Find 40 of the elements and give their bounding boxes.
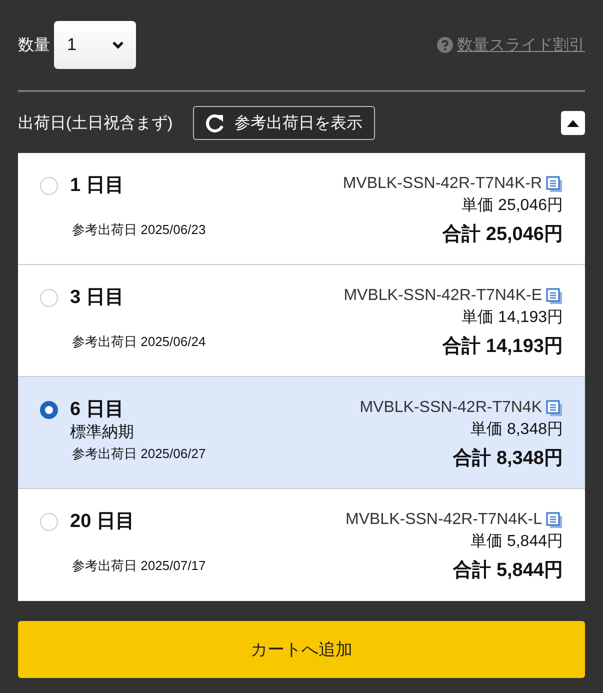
shipping-label: 出荷日(土日祝含まず) [18, 114, 173, 134]
option-note: 標準納期 [70, 423, 134, 443]
caret-up-icon [567, 120, 579, 126]
radio-button[interactable] [40, 401, 58, 419]
option-title: 1 日目 [70, 174, 124, 198]
total-price: 合計 5,844円 [453, 558, 563, 583]
part-number: MVBLK-SSN-42R-T7N4K-R [342, 175, 542, 193]
part-number: MVBLK-SSN-42R-T7N4K [360, 399, 542, 417]
unit-price: 単価 5,844円 [470, 532, 563, 552]
ship-date: 参考出荷日 2025/06/23 [72, 221, 206, 239]
unit-price: 単価 14,193円 [462, 308, 563, 328]
option-title: 3 日目 [70, 286, 124, 310]
quantity-label: 数量 [18, 36, 50, 56]
collapse-button[interactable] [561, 111, 585, 135]
copy-icon[interactable] [546, 288, 563, 304]
unit-price: 単価 8,348円 [470, 420, 563, 440]
shipping-option[interactable]: 20 日目 参考出荷日 2025/07/17 MVBLK-SSN-42R-T7N4K-L 単価 5,844円 合計 5,844円 [18, 489, 585, 601]
total-price: 合計 8,348円 [453, 446, 563, 471]
option-title: 20 日目 [70, 510, 134, 534]
refresh-icon [204, 113, 225, 133]
unit-price: 単価 25,046円 [462, 196, 563, 216]
option-title: 6 日目 [70, 398, 125, 422]
copy-icon[interactable] [546, 512, 563, 528]
help-icon [437, 37, 453, 53]
quantity-select[interactable]: 1 [54, 21, 136, 69]
show-dates-button[interactable]: 参考出荷日を表示 [192, 106, 375, 140]
part-number: MVBLK-SSN-42R-T7N4K-L [346, 511, 542, 529]
ship-date: 参考出荷日 2025/06/24 [72, 333, 206, 351]
total-price: 合計 14,193円 [442, 334, 563, 359]
ship-date: 参考出荷日 2025/07/17 [72, 557, 206, 575]
total-price: 合計 25,046円 [442, 222, 563, 247]
chevron-down-icon [112, 41, 124, 49]
copy-icon[interactable] [546, 400, 563, 416]
ship-date: 参考出荷日 2025/06/27 [72, 445, 206, 463]
part-number: MVBLK-SSN-42R-T7N4K-E [344, 287, 542, 305]
discount-link[interactable]: 数量スライド割引 [457, 34, 585, 56]
add-to-cart-button[interactable]: カートへ追加 [18, 621, 585, 678]
shipping-option[interactable]: 6 日目 標準納期 参考出荷日 2025/06/27 MVBLK-SSN-42R-T7N4K 単価 8,348円 合計 8,348円 [18, 377, 585, 489]
copy-icon[interactable] [546, 176, 563, 192]
shipping-option[interactable]: 1 日目 参考出荷日 2025/06/23 MVBLK-SSN-42R-T7N4K-R 単価 25,046円 合計 25,046円 [18, 153, 585, 265]
